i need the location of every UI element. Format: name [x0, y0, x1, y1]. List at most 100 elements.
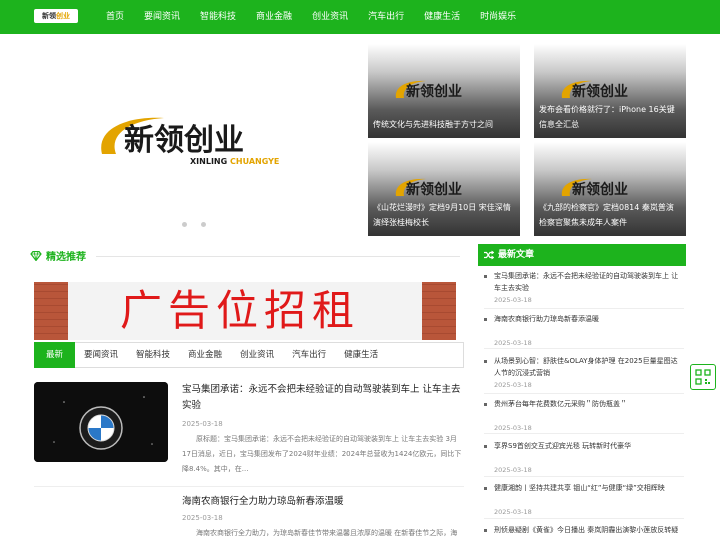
slider-dots: [182, 222, 206, 227]
sidebar-article[interactable]: 海南农商银行助力琼岛新春添温暖 2025-03-18: [484, 313, 684, 347]
diamond-icon: [30, 250, 42, 261]
bullet: [484, 360, 487, 363]
sidebar-article-title[interactable]: 海南农商银行助力琼岛新春添温暖: [494, 313, 684, 325]
sidebar-article-title[interactable]: 贵州茅台每年花费数亿元采购＂防伪瓶盖＂: [494, 398, 684, 410]
sidebar-article[interactable]: 从场景到心智：舒肤佳&OLAY身体护理 在2025巨量星图达人节的沉浸式营销 2…: [484, 355, 684, 391]
tile-brand-logo: 新领创业: [561, 178, 628, 198]
nav-menu: 首页 要闻资讯 智能科技 商业金融 创业资讯 汽车出行 健康生活 时尚娱乐: [96, 0, 526, 34]
divider: [484, 348, 684, 349]
divider: [96, 256, 460, 257]
article-item[interactable]: 宝马集团承诺：永远不会把未经验证的自动驾驶装到车上 让车主去实验 2025-03…: [34, 382, 464, 478]
nav-item-fashion[interactable]: 时尚娱乐: [470, 0, 526, 34]
tile-brand-text: 新领创业: [406, 83, 462, 100]
bullet: [484, 529, 487, 532]
featured-title: 精选推荐: [46, 252, 86, 263]
tile-caption: 《九部的检察官》定档0814 秦岚普演检察官聚焦未成年人案件: [539, 203, 674, 227]
brand-logo-en-a: XINLING: [190, 157, 227, 166]
sidebar-article-title[interactable]: 宝马集团承诺：永远不会把未经验证的自动驾驶装到车上 让车主去实验: [494, 270, 684, 294]
nav-item-finance[interactable]: 商业金融: [246, 0, 302, 34]
tile-brand-text: 新领创业: [406, 181, 462, 198]
bullet: [484, 403, 487, 406]
top-nav-bar: 新领创业 首页 要闻资讯 智能科技 商业金融 创业资讯 汽车出行 健康生活 时尚…: [0, 0, 720, 34]
category-tabs: 最新 要闻资讯 智能科技 商业金融 创业资讯 汽车出行 健康生活: [34, 342, 464, 368]
logo-text-b: 创业: [56, 12, 70, 20]
nav-item-news[interactable]: 要闻资讯: [134, 0, 190, 34]
sidebar-article-title[interactable]: 健康湘韵丨坚持共建共享 铟山“红”与健康“绿”交相辉映: [494, 482, 684, 494]
ad-decoration: [422, 282, 456, 340]
bullet: [484, 445, 487, 448]
qr-code-icon: [695, 369, 711, 385]
sidebar-article-date: 2025-03-18: [494, 508, 532, 516]
hero-tile[interactable]: 新领创业 《山花烂漫时》定档9月10日 宋佳深情演绎张桂梅校长: [368, 142, 520, 236]
tab-health[interactable]: 健康生活: [335, 343, 387, 367]
article-title[interactable]: 海南农商银行全力助力琼岛新春添温暖: [182, 494, 464, 510]
nav-item-tech[interactable]: 智能科技: [190, 0, 246, 34]
brand-logo-large: 新领创业 XINLING CHUANGYE: [101, 117, 279, 166]
hero-tile[interactable]: 新领创业 《九部的检察官》定档0814 秦岚普演检察官聚焦未成年人案件: [534, 142, 686, 236]
slider-dot[interactable]: [182, 222, 187, 227]
logo-text-a: 新领: [42, 12, 56, 20]
nav-item-startup[interactable]: 创业资讯: [302, 0, 358, 34]
bullet: [484, 487, 487, 490]
sidebar-article[interactable]: 宝马集团承诺：永远不会把未经验证的自动驾驶装到车上 让车主去实验 2025-03…: [484, 270, 684, 306]
nav-item-home[interactable]: 首页: [96, 0, 134, 34]
bullet: [484, 275, 487, 278]
tab-tech[interactable]: 智能科技: [127, 343, 179, 367]
tab-news[interactable]: 要闻资讯: [75, 343, 127, 367]
tile-brand-text: 新领创业: [572, 83, 628, 100]
qr-code-button[interactable]: [690, 364, 716, 390]
sidebar-article-date: 2025-03-18: [494, 339, 532, 347]
brand-logo-cn: 新领创业: [124, 123, 244, 158]
sidebar-article[interactable]: 享界S9首创交互式迎宾光毯 玩转新时代豪华 2025-03-18: [484, 440, 684, 474]
nav-item-health[interactable]: 健康生活: [414, 0, 470, 34]
divider: [484, 476, 684, 477]
sidebar-title: 最新文章: [498, 250, 535, 260]
sidebar-article-date: 2025-03-18: [494, 424, 532, 432]
sidebar-article-date: 2025-03-18: [494, 296, 532, 304]
tab-finance[interactable]: 商业金融: [179, 343, 231, 367]
tile-brand-text: 新领创业: [572, 181, 628, 198]
ad-banner[interactable]: 广告位招租: [34, 282, 456, 340]
article-description: 原标题：宝马集团承诺：永远不会把未经验证的自动驾驶装到车上 让车主去实验 3月1…: [182, 435, 462, 473]
sidebar-article-date: 2025-03-18: [494, 381, 532, 389]
sidebar-article-title[interactable]: 享界S9首创交互式迎宾光毯 玩转新时代豪华: [494, 440, 684, 452]
sidebar-article-title[interactable]: 从场景到心智：舒肤佳&OLAY身体护理 在2025巨量星图达人节的沉浸式营销: [494, 355, 684, 379]
tile-brand-logo: 新领创业: [395, 178, 462, 198]
sidebar-article[interactable]: 刑侦悬疑剧《黄雀》今日播出 秦岚阴霾出演黎小莲放反转疑: [484, 524, 684, 540]
hero-tile[interactable]: 新领创业 传统文化与先进科技融于方寸之间: [368, 44, 520, 138]
divider: [484, 518, 684, 519]
hero-slider[interactable]: 新领创业 XINLING CHUANGYE: [34, 44, 364, 236]
tile-brand-logo: 新领创业: [395, 80, 462, 100]
tile-caption: 《山花烂漫时》定档9月10日 宋佳深情演绎张桂梅校长: [373, 203, 511, 227]
featured-section-title: 精选推荐: [30, 248, 86, 263]
tile-caption: 发布会看价格就行了：iPhone 16关键信息全汇总: [539, 105, 675, 129]
sidebar-article-title[interactable]: 刑侦悬疑剧《黄雀》今日播出 秦岚阴霾出演黎小莲放反转疑: [494, 524, 684, 536]
bmw-logo-image: [34, 382, 168, 462]
ad-text: 广告位招租: [120, 286, 361, 335]
article-date: 2025-03-18: [182, 420, 223, 428]
tab-startup[interactable]: 创业资讯: [231, 343, 283, 367]
sidebar-article[interactable]: 贵州茅台每年花费数亿元采购＂防伪瓶盖＂ 2025-03-18: [484, 398, 684, 432]
site-logo[interactable]: 新领创业: [34, 9, 78, 23]
article-description: 海南农商银行全力助力，为琼岛新春佳节带来温馨且浓厚的温暖 在新春佳节之际，海: [196, 529, 458, 537]
slider-dot[interactable]: [201, 222, 206, 227]
brand-logo-en-b: CHUANGYE: [230, 157, 279, 166]
sidebar-header: 最新文章: [478, 244, 686, 266]
bullet: [484, 318, 487, 321]
shuffle-icon: [484, 250, 494, 260]
article-title[interactable]: 宝马集团承诺：永远不会把未经验证的自动驾驶装到车上 让车主去实验: [182, 382, 464, 414]
divider: [34, 486, 464, 487]
hero-tile[interactable]: 新领创业 发布会看价格就行了：iPhone 16关键信息全汇总: [534, 44, 686, 138]
tile-brand-logo: 新领创业: [561, 80, 628, 100]
article-date: 2025-03-18: [182, 514, 223, 522]
divider: [484, 433, 684, 434]
tab-latest[interactable]: 最新: [34, 342, 76, 368]
tab-auto[interactable]: 汽车出行: [283, 343, 335, 367]
ad-decoration: [34, 282, 68, 340]
nav-item-auto[interactable]: 汽车出行: [358, 0, 414, 34]
sidebar-article[interactable]: 健康湘韵丨坚持共建共享 铟山“红”与健康“绿”交相辉映 2025-03-18: [484, 482, 684, 516]
article-item[interactable]: 海南农商银行全力助力琼岛新春添温暖 2025-03-18 海南农商银行全力助力，…: [34, 494, 464, 540]
tile-caption: 传统文化与先进科技融于方寸之间: [373, 120, 493, 129]
divider: [484, 308, 684, 309]
article-thumbnail[interactable]: [34, 382, 168, 462]
